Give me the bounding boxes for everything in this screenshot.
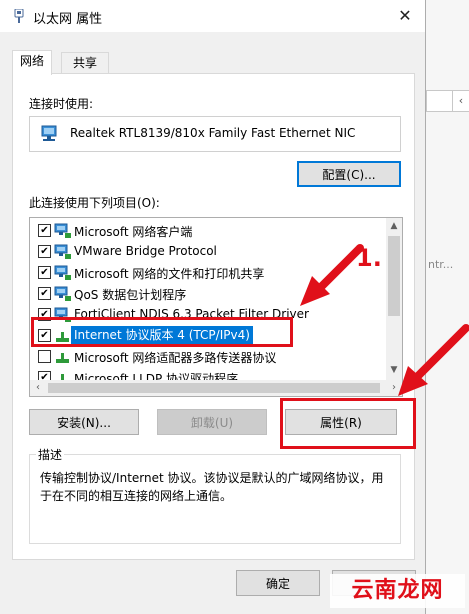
window-title: 以太网 属性	[33, 12, 103, 27]
item-checkbox[interactable]	[38, 350, 51, 363]
item-checkbox[interactable]: ✔	[38, 245, 51, 258]
item-checkbox[interactable]: ✔	[38, 224, 51, 237]
connect-using-label: 连接时使用:	[29, 97, 94, 111]
title-bar: 以太网 属性 ✕	[0, 0, 425, 32]
network-service-icon	[54, 286, 71, 301]
list-item[interactable]: ✔ QoS 数据包计划程序	[30, 283, 386, 304]
horizontal-scroll-thumb[interactable]	[48, 383, 380, 393]
item-label: Microsoft 网络客户端	[74, 225, 193, 239]
list-item[interactable]: ✔ Microsoft 网络客户端	[30, 220, 386, 241]
description-title: 描述	[36, 446, 65, 463]
adapter-name: Realtek RTL8139/810x Family Fast Etherne…	[70, 126, 356, 140]
background-nav-button: ‹	[452, 90, 469, 112]
scroll-up-icon[interactable]: ▲	[386, 218, 402, 234]
list-item[interactable]: ✔ VMware Bridge Protocol	[30, 241, 386, 262]
description-text: 传输控制协议/Internet 协议。该协议是默认的广域网络协议，用于在不同的相…	[40, 471, 384, 503]
item-checkbox[interactable]: ✔	[38, 266, 51, 279]
network-card-icon	[41, 125, 57, 141]
components-list[interactable]: ✔ Microsoft 网络客户端 ✔ VMware Bridge Protoc…	[29, 217, 403, 397]
list-item[interactable]: Microsoft 网络适配器多路传送器协议	[30, 346, 386, 367]
install-button[interactable]: 安装(N)...	[29, 409, 139, 435]
close-button[interactable]: ✕	[392, 4, 418, 28]
scroll-thumb[interactable]	[388, 236, 400, 316]
tab-sharing[interactable]: 共享	[61, 52, 109, 73]
background-address-box	[426, 90, 454, 112]
item-label: Microsoft 网络的文件和打印机共享	[74, 267, 265, 281]
ok-button[interactable]: 确定	[236, 570, 320, 596]
highlight-box-properties	[280, 398, 416, 449]
item-label: VMware Bridge Protocol	[74, 244, 217, 258]
highlight-box-ipv4	[31, 317, 293, 347]
ethernet-properties-dialog: 以太网 属性 ✕ 网络 共享 连接时使用: Realtek RTL8139/81…	[0, 0, 426, 614]
background-partial-text: ntr...	[428, 258, 454, 271]
network-adapter-icon	[14, 9, 24, 23]
scroll-right-icon[interactable]: ›	[386, 380, 402, 396]
scroll-left-icon[interactable]: ‹	[30, 380, 46, 396]
vertical-scrollbar[interactable]: ▲ ▼	[386, 218, 402, 394]
item-label: QoS 数据包计划程序	[74, 288, 187, 302]
network-service-icon	[54, 265, 71, 280]
item-label: Microsoft 网络适配器多路传送器协议	[74, 351, 277, 365]
uninstall-button: 卸载(U)	[157, 409, 267, 435]
scroll-down-icon[interactable]: ▼	[386, 362, 402, 378]
protocol-icon	[56, 353, 69, 363]
background-window: ‹ ntr...	[425, 0, 469, 614]
configure-button[interactable]: 配置(C)...	[297, 161, 401, 187]
list-item[interactable]: ✔ Microsoft 网络的文件和打印机共享	[30, 262, 386, 283]
adapter-display: Realtek RTL8139/810x Family Fast Etherne…	[29, 116, 401, 152]
components-label: 此连接使用下列项目(O):	[29, 196, 160, 210]
watermark-logo: 云南龙网	[330, 574, 465, 608]
description-group: 描述 传输控制协议/Internet 协议。该协议是默认的广域网络协议，用于在不…	[29, 446, 401, 544]
step-number-label: 1.	[356, 244, 382, 272]
network-service-icon	[54, 244, 71, 259]
horizontal-scrollbar[interactable]: ‹ ›	[30, 380, 402, 396]
item-checkbox[interactable]: ✔	[38, 287, 51, 300]
network-client-icon	[54, 223, 71, 238]
tab-network[interactable]: 网络	[12, 50, 52, 75]
